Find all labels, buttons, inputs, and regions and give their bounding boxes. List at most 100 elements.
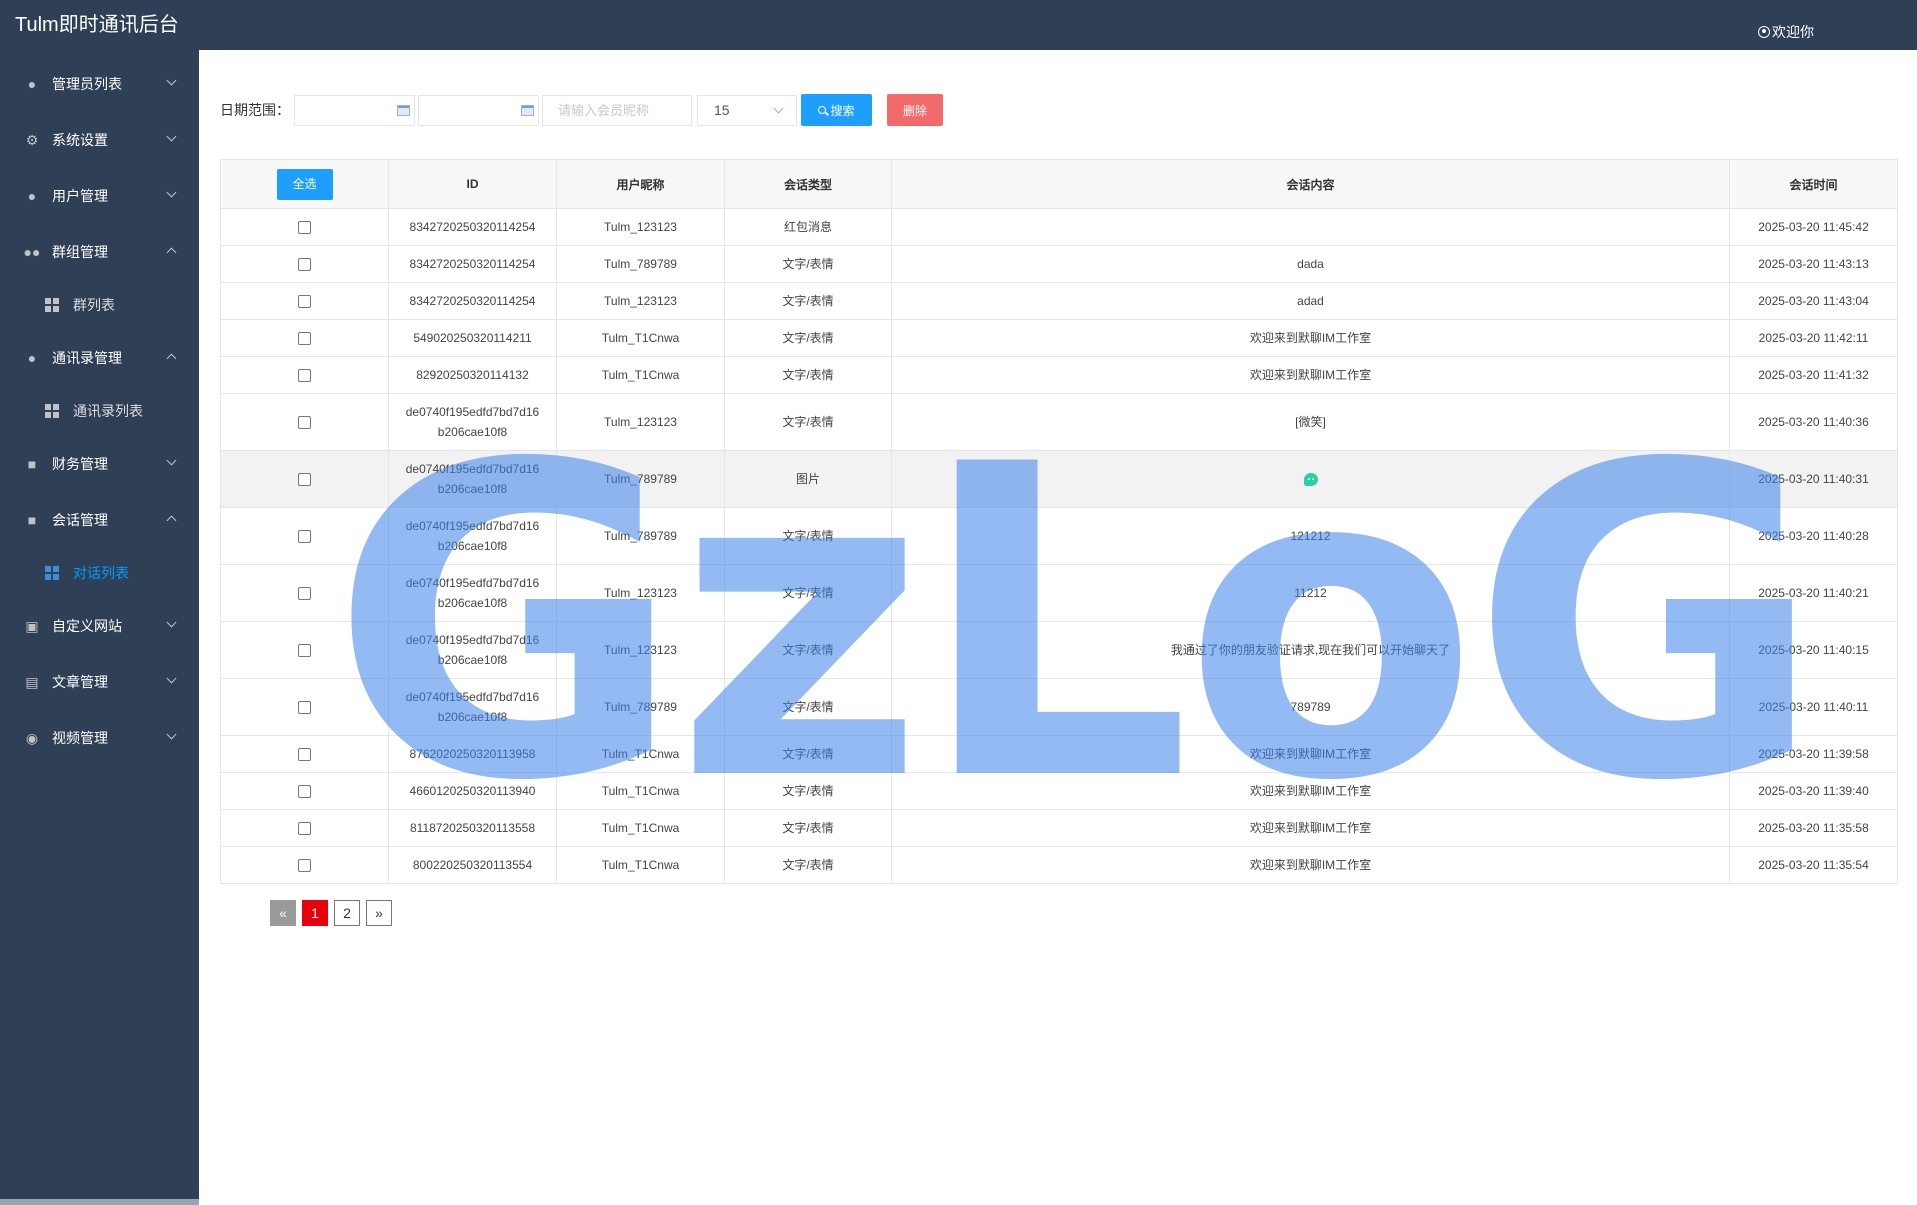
table-row[interactable]: de0740f195edfd7bd7d16 b206cae10f8 Tulm_12… bbox=[220, 621, 1898, 679]
chevron-down-icon bbox=[773, 103, 784, 114]
page-size-select[interactable]: 15 bbox=[697, 95, 797, 126]
cell-id-line1: de0740f195edfd7bd7d16 bbox=[405, 462, 540, 476]
row-checkbox[interactable] bbox=[298, 530, 311, 544]
calendar-icon bbox=[397, 105, 410, 116]
cell-id: 8342720250320114254 bbox=[388, 282, 557, 320]
chevron-down-icon bbox=[166, 131, 177, 142]
prev-page-button[interactable]: « bbox=[270, 900, 296, 926]
nickname-search-input[interactable] bbox=[542, 95, 692, 126]
cell-id-line2: b206cae10f8 bbox=[437, 539, 508, 553]
cell-time: 2025-03-20 11:45:42 bbox=[1729, 208, 1898, 246]
cell-nickname: Tulm_123123 bbox=[556, 393, 725, 451]
chevron-down-icon bbox=[166, 673, 177, 684]
sidebar-item-group-list[interactable]: 群列表 bbox=[0, 285, 199, 325]
delete-button[interactable]: 删除 bbox=[887, 94, 943, 126]
table-row[interactable]: 8342720250320114254 Tulm_123123 红包消息 202… bbox=[220, 208, 1898, 246]
sidebar-item-custom-website[interactable]: ▣ 自定义网站 bbox=[0, 606, 199, 646]
sidebar-item-finance-management[interactable]: ■ 财务管理 bbox=[0, 444, 199, 484]
sidebar-item-admin-list[interactable]: ● 管理员列表 bbox=[0, 64, 199, 104]
cell-content: 我通过了你的朋友验证请求,现在我们可以开始聊天了 bbox=[891, 621, 1730, 679]
sidebar-item-system-settings[interactable]: ⚙ 系统设置 bbox=[0, 120, 199, 160]
cell-id-line1: de0740f195edfd7bd7d16 bbox=[405, 576, 540, 590]
sidebar-item-label: 会话管理 bbox=[52, 512, 108, 528]
cell-type: 红包消息 bbox=[724, 208, 892, 246]
next-page-button[interactable]: » bbox=[366, 900, 392, 926]
row-checkbox[interactable] bbox=[298, 748, 311, 762]
table-row[interactable]: 8118720250320113558 Tulm_T1Cnwa 文字/表情 欢迎… bbox=[220, 809, 1898, 847]
cell-id: 8342720250320114254 bbox=[388, 208, 557, 246]
cell-time: 2025-03-20 11:40:21 bbox=[1729, 564, 1898, 622]
table-row[interactable]: 4660120250320113940 Tulm_T1Cnwa 文字/表情 欢迎… bbox=[220, 772, 1898, 810]
row-checkbox[interactable] bbox=[298, 221, 311, 235]
app-title: Tulm即时通讯后台 bbox=[15, 14, 179, 36]
row-checkbox[interactable] bbox=[298, 822, 311, 836]
start-date-input[interactable] bbox=[294, 95, 415, 126]
row-checkbox[interactable] bbox=[298, 587, 311, 601]
sidebar-item-contacts-management[interactable]: ● 通讯录管理 bbox=[0, 338, 199, 378]
table-row[interactable]: de0740f195edfd7bd7d16 b206cae10f8 Tulm_78… bbox=[220, 450, 1898, 508]
row-checkbox[interactable] bbox=[298, 701, 311, 715]
sidebar-item-label: 视频管理 bbox=[52, 730, 108, 746]
table-row[interactable]: de0740f195edfd7bd7d16 b206cae10f8 Tulm_78… bbox=[220, 507, 1898, 565]
row-checkbox[interactable] bbox=[298, 859, 311, 873]
sidebar-item-label: 对话列表 bbox=[73, 565, 129, 581]
row-checkbox[interactable] bbox=[298, 295, 311, 309]
end-date-input[interactable] bbox=[418, 95, 539, 126]
chat-icon: ■ bbox=[27, 512, 37, 528]
table-row[interactable]: 8342720250320114254 Tulm_789789 文字/表情 da… bbox=[220, 245, 1898, 283]
cell-content: 欢迎来到默聊IM工作室 bbox=[891, 356, 1730, 394]
sidebar-scrollbar[interactable] bbox=[0, 1199, 199, 1205]
table-row[interactable]: de0740f195edfd7bd7d16 b206cae10f8 Tulm_78… bbox=[220, 678, 1898, 736]
row-checkbox[interactable] bbox=[298, 369, 311, 383]
cell-id: 8342720250320114254 bbox=[388, 245, 557, 283]
cell-content: adad bbox=[891, 282, 1730, 320]
user-circle-icon bbox=[1758, 26, 1770, 38]
select-all-button[interactable]: 全选 bbox=[276, 168, 333, 200]
row-checkbox[interactable] bbox=[298, 473, 311, 487]
cell-nickname: Tulm_T1Cnwa bbox=[556, 356, 725, 394]
chevron-down-icon bbox=[166, 729, 177, 740]
cell-id: 8762020250320113958 bbox=[388, 735, 557, 773]
sidebar-item-contacts-list[interactable]: 通讯录列表 bbox=[0, 391, 199, 431]
sidebar-item-label: 通讯录管理 bbox=[52, 350, 122, 366]
sidebar-item-group-management[interactable]: ●● 群组管理 bbox=[0, 232, 199, 272]
page-button-1[interactable]: 1 bbox=[302, 900, 328, 926]
cell-time: 2025-03-20 11:35:54 bbox=[1729, 846, 1898, 884]
sidebar-item-conversation-list[interactable]: 对话列表 bbox=[0, 553, 199, 593]
cell-content bbox=[891, 450, 1730, 508]
cell-nickname: Tulm_T1Cnwa bbox=[556, 809, 725, 847]
table-row[interactable]: de0740f195edfd7bd7d16 b206cae10f8 Tulm_12… bbox=[220, 393, 1898, 451]
table-row[interactable]: de0740f195edfd7bd7d16 b206cae10f8 Tulm_12… bbox=[220, 564, 1898, 622]
cell-time: 2025-03-20 11:41:32 bbox=[1729, 356, 1898, 394]
cell-type: 文字/表情 bbox=[724, 245, 892, 283]
user-icon: ● bbox=[27, 188, 37, 204]
user-icon: ● bbox=[27, 350, 37, 366]
cell-content: 11212 bbox=[891, 564, 1730, 622]
row-checkbox[interactable] bbox=[298, 332, 311, 346]
table-row[interactable]: 800220250320113554 Tulm_T1Cnwa 文字/表情 欢迎来… bbox=[220, 846, 1898, 884]
page-button-2[interactable]: 2 bbox=[334, 900, 360, 926]
cell-content: 欢迎来到默聊IM工作室 bbox=[891, 319, 1730, 357]
wallet-icon: ■ bbox=[27, 456, 37, 472]
video-icon: ◉ bbox=[25, 729, 39, 746]
search-button[interactable]: 搜索 bbox=[801, 94, 872, 126]
sidebar-item-user-management[interactable]: ● 用户管理 bbox=[0, 176, 199, 216]
table-row[interactable]: 549020250320114211 Tulm_T1Cnwa 文字/表情 欢迎来… bbox=[220, 319, 1898, 357]
cell-type: 文字/表情 bbox=[724, 772, 892, 810]
table-row[interactable]: 8342720250320114254 Tulm_123123 文字/表情 ad… bbox=[220, 282, 1898, 320]
sidebar-item-label: 自定义网站 bbox=[52, 618, 122, 634]
row-checkbox[interactable] bbox=[298, 416, 311, 430]
user-icon: ● bbox=[27, 76, 37, 92]
row-checkbox[interactable] bbox=[298, 644, 311, 658]
search-icon bbox=[818, 106, 827, 114]
welcome-menu[interactable]: 欢迎你 bbox=[1758, 22, 1814, 42]
sidebar-item-article-management[interactable]: ▤ 文章管理 bbox=[0, 662, 199, 702]
document-icon: ▤ bbox=[25, 673, 39, 690]
table-row[interactable]: 82920250320114132 Tulm_T1Cnwa 文字/表情 欢迎来到… bbox=[220, 356, 1898, 394]
grid-icon bbox=[45, 404, 59, 418]
row-checkbox[interactable] bbox=[298, 258, 311, 272]
row-checkbox[interactable] bbox=[298, 785, 311, 799]
sidebar-item-session-management[interactable]: ■ 会话管理 bbox=[0, 500, 199, 540]
sidebar-item-video-management[interactable]: ◉ 视频管理 bbox=[0, 718, 199, 758]
table-row[interactable]: 8762020250320113958 Tulm_T1Cnwa 文字/表情 欢迎… bbox=[220, 735, 1898, 773]
